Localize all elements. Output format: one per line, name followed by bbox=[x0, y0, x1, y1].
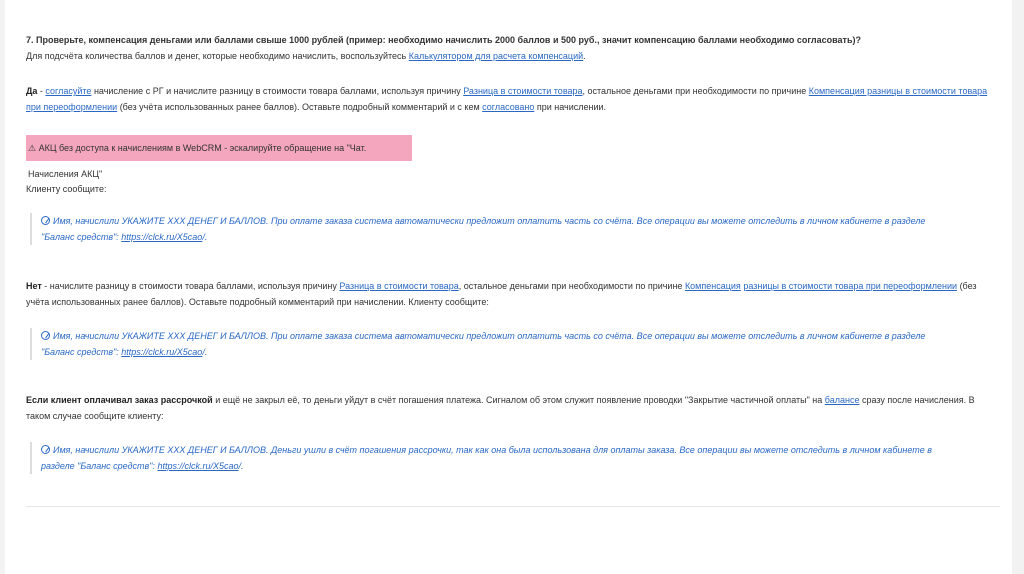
balance-link[interactable]: балансе bbox=[825, 395, 860, 405]
agree-link[interactable]: согласуйте bbox=[45, 86, 91, 96]
quote-block-1: Имя, начислили УКАЖИТЕ ХХХ ДЕНЕГ И БАЛЛО… bbox=[30, 213, 960, 245]
right-margin-strip bbox=[1012, 0, 1024, 574]
pencil-icon bbox=[41, 331, 50, 340]
no-label: Нет bbox=[26, 281, 42, 291]
yes-text-4: при начислении. bbox=[534, 102, 607, 112]
reason-price-difference-link[interactable]: Разница в стоимости товара bbox=[463, 86, 582, 96]
quote-block-3: Имя, начислили УКАЖИТЕ ХХХ ДЕНЕГ И БАЛЛО… bbox=[30, 442, 960, 474]
alert-text: ⚠ АКЦ без доступа к начислениям в WebCRM… bbox=[28, 143, 367, 179]
calculator-link[interactable]: Калькулятором для расчета компенсаций bbox=[409, 51, 583, 61]
quote-1-end: /. bbox=[202, 232, 208, 242]
quote-2-end: /. bbox=[202, 347, 208, 357]
quote-3-end: /. bbox=[238, 461, 244, 471]
yes-text-2: , остальное деньгами при необходимости п… bbox=[582, 86, 809, 96]
left-margin-strip bbox=[0, 0, 5, 574]
installment-label: Если клиент оплачивал заказ рассрочкой bbox=[26, 395, 213, 405]
compensation-link-a[interactable]: Компенсация bbox=[685, 281, 741, 291]
pencil-icon bbox=[41, 445, 50, 454]
quote-3-link[interactable]: https://clck.ru/X5cao bbox=[157, 461, 238, 471]
installment-text-1: и ещё не закрыл её, то деньги уйдут в сч… bbox=[212, 395, 825, 405]
pencil-icon bbox=[41, 216, 50, 225]
question-block: 7. Проверьте, компенсация деньгами или б… bbox=[26, 32, 996, 64]
client-label: Клиенту сообщите: bbox=[26, 184, 107, 194]
compensation-link-b[interactable]: разницы в стоимости товара при переоформ… bbox=[743, 281, 957, 291]
yes-text-3: (без учёта использованных ранее баллов).… bbox=[117, 102, 483, 112]
alert-banner: ⚠ АКЦ без доступа к начислениям в WebCRM… bbox=[26, 135, 412, 179]
calc-hint-text: Для подсчёта количества баллов и денег, … bbox=[26, 51, 407, 61]
no-text-2: , остальное деньгами при необходимости п… bbox=[458, 281, 685, 291]
quote-block-2: Имя, начислили УКАЖИТЕ ХХХ ДЕНЕГ И БАЛЛО… bbox=[30, 328, 960, 360]
divider bbox=[26, 506, 1000, 507]
yes-section: Да - согласуйте начисление с РГ и начисл… bbox=[26, 83, 996, 115]
installment-section: Если клиент оплачивал заказ рассрочкой и… bbox=[26, 392, 996, 424]
agreed-link[interactable]: согласовано bbox=[482, 102, 534, 112]
question-title: 7. Проверьте, компенсация деньгами или б… bbox=[26, 35, 861, 45]
calc-hint: Для подсчёта количества баллов и денег, … bbox=[26, 48, 996, 64]
quote-2-link[interactable]: https://clck.ru/X5cao bbox=[121, 347, 202, 357]
reason-price-difference-link-2[interactable]: Разница в стоимости товара bbox=[339, 281, 458, 291]
no-text-1: - начислите разницу в стоимости товара б… bbox=[41, 281, 340, 291]
yes-label: Да bbox=[26, 86, 38, 96]
quote-1-link[interactable]: https://clck.ru/X5cao bbox=[121, 232, 202, 242]
calc-hint-end: . bbox=[583, 51, 586, 61]
no-section: Нет - начислите разницу в стоимости това… bbox=[26, 278, 996, 310]
yes-text-1: начисление с РГ и начислите разницу в ст… bbox=[91, 86, 464, 96]
